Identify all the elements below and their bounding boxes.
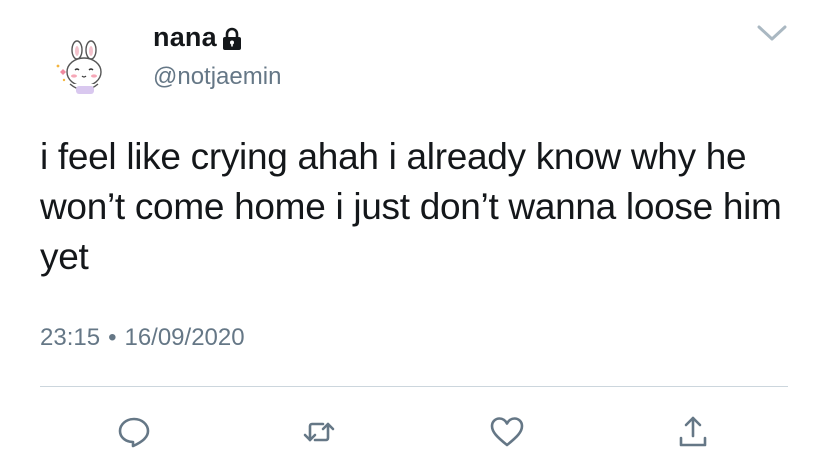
lock-icon <box>221 27 243 51</box>
tweet-card: nana @notjaemin i feel like crying ahah … <box>0 0 828 465</box>
chevron-down-icon[interactable] <box>753 18 791 48</box>
tweet-date: 16/09/2020 <box>124 324 245 351</box>
display-name[interactable]: nana <box>153 22 217 53</box>
like-button[interactable] <box>485 410 529 454</box>
tweet-time: 23:15 <box>40 324 101 351</box>
bunny-avatar-icon <box>56 40 102 94</box>
tweet-text: i feel like crying ahah i already know w… <box>40 136 782 277</box>
heart-icon <box>490 417 524 447</box>
share-icon <box>679 416 707 447</box>
timestamp-separator: • <box>108 324 117 351</box>
share-button[interactable] <box>671 410 715 454</box>
retweet-button[interactable] <box>297 410 341 454</box>
divider <box>40 386 788 387</box>
avatar[interactable] <box>40 26 130 116</box>
reply-icon <box>118 417 150 448</box>
user-handle[interactable]: @notjaemin <box>153 63 281 91</box>
retweet-icon <box>303 422 335 442</box>
timestamp-row[interactable]: 23:15 • 16/09/2020 <box>40 324 245 352</box>
action-bar <box>0 410 828 454</box>
reply-button[interactable] <box>112 410 156 454</box>
user-name-row: nana <box>153 22 243 53</box>
